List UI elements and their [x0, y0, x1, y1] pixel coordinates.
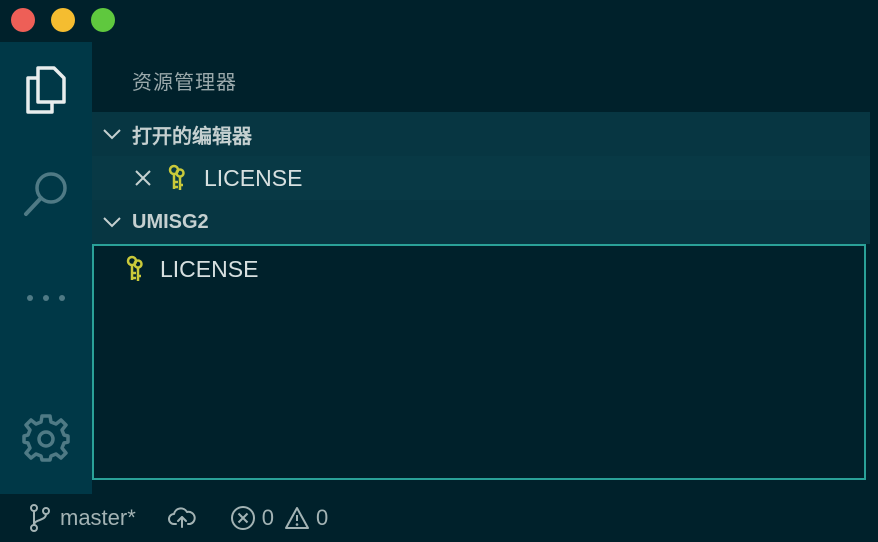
- warning-count: 0: [316, 505, 329, 530]
- problems-indicator[interactable]: 0 0: [230, 505, 329, 531]
- window-close-button[interactable]: [11, 8, 35, 32]
- activity-bar: [0, 42, 92, 494]
- status-bar: master* 0 0: [0, 494, 878, 542]
- chevron-down-icon: [92, 216, 132, 228]
- license-key-icon: [168, 164, 190, 192]
- file-label: LICENSE: [160, 255, 259, 282]
- explorer-sidebar: 资源管理器 打开的编辑器 LICENSE UMISG2 LICENSE: [92, 42, 878, 494]
- search-icon[interactable]: [0, 166, 92, 222]
- branch-indicator[interactable]: master*: [28, 503, 136, 533]
- close-icon[interactable]: [134, 169, 154, 187]
- branch-label: master*: [60, 505, 136, 530]
- title-bar: [0, 0, 878, 42]
- sidebar-title: 资源管理器: [132, 72, 237, 94]
- gear-icon[interactable]: [0, 410, 92, 466]
- cloud-upload-icon: [167, 507, 196, 529]
- warning-icon: [284, 506, 310, 530]
- chevron-down-icon: [92, 128, 132, 140]
- open-editor-label: LICENSE: [204, 164, 303, 191]
- file-tree[interactable]: LICENSE: [92, 244, 866, 480]
- open-editor-item[interactable]: LICENSE: [92, 156, 870, 200]
- open-editors-header[interactable]: 打开的编辑器: [92, 112, 870, 156]
- more-icon[interactable]: [0, 280, 92, 316]
- file-tree-item[interactable]: LICENSE: [94, 252, 258, 286]
- workspace-header[interactable]: UMISG2: [92, 200, 870, 244]
- explorer-icon[interactable]: [0, 62, 92, 118]
- workspace-label: UMISG2: [132, 210, 209, 233]
- error-count: 0: [261, 505, 275, 530]
- license-key-icon: [126, 255, 148, 283]
- window-minimize-button[interactable]: [51, 8, 75, 32]
- window-maximize-button[interactable]: [91, 8, 115, 32]
- open-editors-label: 打开的编辑器: [132, 125, 252, 148]
- error-icon: [230, 505, 256, 531]
- sync-button[interactable]: [167, 507, 196, 529]
- git-branch-icon: [28, 503, 52, 533]
